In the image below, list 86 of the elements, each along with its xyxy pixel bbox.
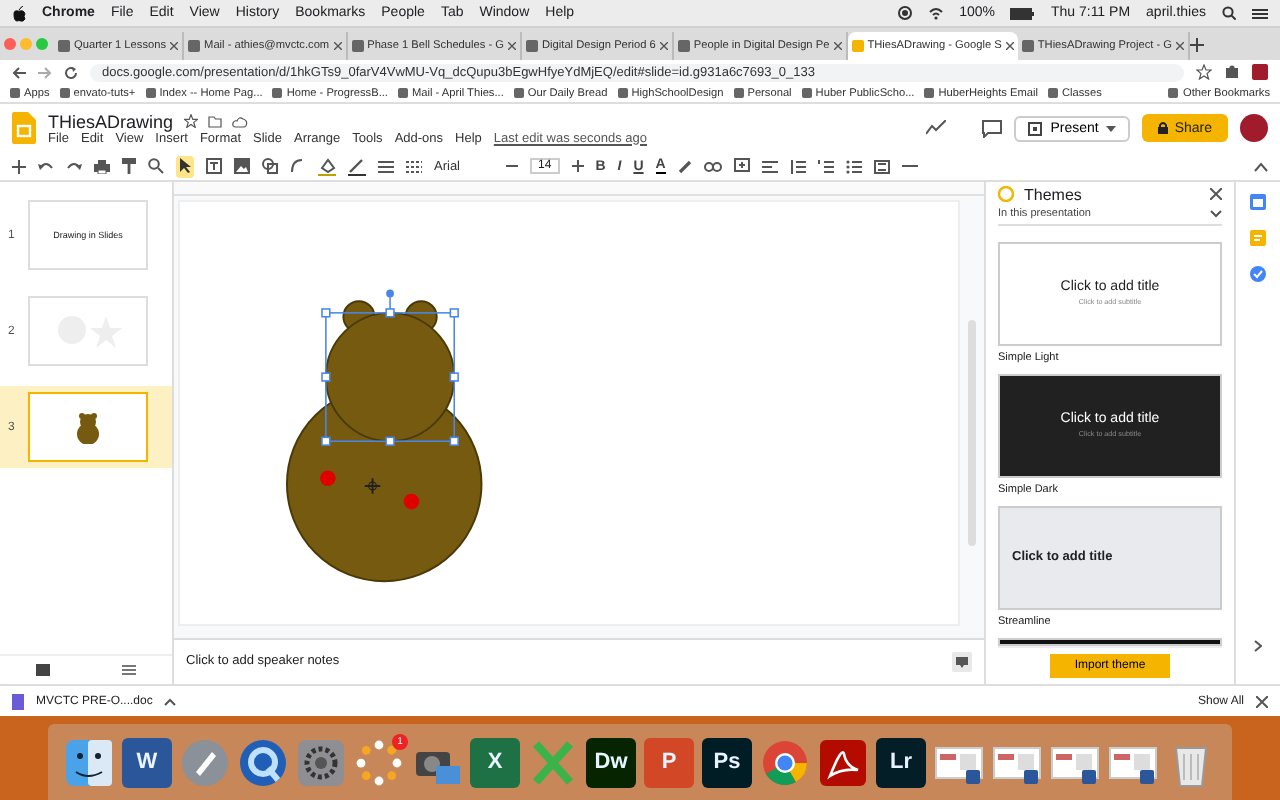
line-spacing-icon[interactable] <box>789 159 806 173</box>
chevron-right-icon[interactable] <box>1254 640 1262 652</box>
battery-icon[interactable] <box>1010 7 1035 19</box>
fill-color-icon[interactable] <box>318 157 336 175</box>
star-icon[interactable] <box>183 114 198 128</box>
border-dash-icon[interactable] <box>406 159 422 173</box>
minus-icon[interactable] <box>506 160 518 172</box>
lock-icon <box>1158 122 1169 134</box>
shape-icon[interactable] <box>262 158 278 174</box>
bear-drawing <box>76 411 100 443</box>
close-icon <box>833 42 842 50</box>
slide-thumbnail[interactable] <box>28 392 148 462</box>
close-icon[interactable] <box>1210 188 1222 201</box>
border-weight-icon[interactable] <box>378 159 394 173</box>
palette-icon <box>998 186 1014 203</box>
print-icon[interactable] <box>94 159 110 173</box>
app-icon[interactable]: X <box>470 737 520 787</box>
add-icon[interactable] <box>12 159 26 173</box>
chevron-down-icon <box>1210 210 1222 219</box>
caret-up-icon[interactable] <box>164 697 177 705</box>
crosshair-cursor-icon <box>363 476 382 494</box>
finder-face-icon[interactable] <box>64 737 114 787</box>
panel-title: Themes <box>1024 185 1082 204</box>
chrome-icon[interactable] <box>760 737 810 787</box>
search-icon[interactable] <box>1222 6 1236 20</box>
new-tab-icon[interactable] <box>1190 37 1205 51</box>
bear-drawing[interactable] <box>286 299 483 582</box>
highlight-icon[interactable] <box>677 159 692 173</box>
present-icon <box>1028 121 1043 135</box>
menu-icon[interactable] <box>1252 7 1268 19</box>
bulleted-list-icon[interactable] <box>845 159 862 173</box>
line-icon[interactable] <box>290 158 306 174</box>
apple-icon[interactable] <box>12 5 26 21</box>
text-box-icon[interactable] <box>206 158 222 174</box>
reload-icon[interactable] <box>64 65 78 79</box>
close-icon <box>1176 42 1185 50</box>
close-icon <box>1005 42 1014 50</box>
app-icon[interactable]: W <box>122 737 172 787</box>
star-icon[interactable] <box>1196 64 1212 80</box>
link-icon[interactable] <box>703 161 722 171</box>
theme-preview[interactable] <box>998 637 1222 646</box>
calendar-icon[interactable] <box>1250 194 1266 210</box>
plus-icon[interactable] <box>571 160 584 172</box>
select-tool[interactable] <box>176 155 194 177</box>
explore-icon[interactable] <box>952 651 972 672</box>
numbered-list-icon[interactable] <box>817 159 834 173</box>
align-icon[interactable] <box>761 159 778 173</box>
app-icon[interactable]: Dw <box>586 737 636 787</box>
document-title[interactable]: THiesADrawing <box>48 111 174 131</box>
selection-frame[interactable] <box>321 288 459 446</box>
record-icon[interactable] <box>897 6 912 20</box>
redo-icon[interactable] <box>66 160 82 172</box>
dots-ring-drawing <box>354 737 404 787</box>
close-icon <box>170 42 179 50</box>
close-icon <box>508 42 516 50</box>
puzzle-icon[interactable] <box>1224 64 1240 80</box>
back-icon[interactable] <box>12 65 26 79</box>
document-icon <box>12 693 24 709</box>
wifi-icon[interactable] <box>927 6 944 20</box>
check-circle-icon[interactable] <box>1250 266 1266 282</box>
app-icon[interactable]: Ps <box>702 737 752 787</box>
zoom-icon[interactable] <box>148 158 164 174</box>
account-avatar[interactable] <box>1240 114 1268 142</box>
caret-down-icon <box>1106 125 1117 131</box>
acrobat-icon[interactable] <box>818 737 868 787</box>
paint-format-icon[interactable] <box>122 158 136 174</box>
activity-icon[interactable] <box>926 120 947 136</box>
close-icon <box>333 42 342 50</box>
border-color-icon[interactable] <box>348 157 366 175</box>
slide-thumbnail[interactable] <box>28 296 148 366</box>
close-icon <box>659 42 668 50</box>
image-icon[interactable] <box>234 158 250 174</box>
app-icon[interactable]: P <box>644 737 694 787</box>
close-icon[interactable] <box>1256 695 1268 707</box>
cursor-drawing <box>176 155 194 173</box>
comment-icon[interactable] <box>982 119 1003 137</box>
app-icon[interactable]: Lr <box>876 737 926 787</box>
indent-icon[interactable] <box>873 159 890 173</box>
undo-icon[interactable] <box>38 160 54 172</box>
comment-icon[interactable] <box>733 158 750 174</box>
list-view-icon[interactable] <box>122 664 136 676</box>
folder-icon[interactable] <box>207 115 222 127</box>
collapse-icon[interactable] <box>1254 161 1268 171</box>
quicktime-icon[interactable] <box>238 737 288 787</box>
gear-icon[interactable] <box>296 737 346 787</box>
cloud-icon[interactable] <box>231 115 248 127</box>
